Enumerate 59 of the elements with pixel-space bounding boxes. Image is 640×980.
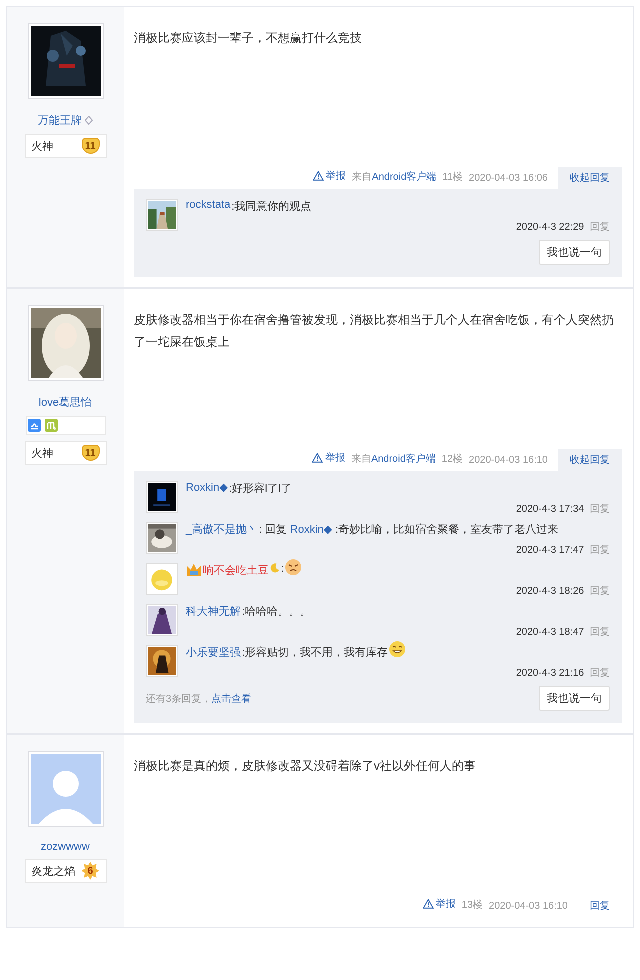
warning-icon xyxy=(422,898,434,908)
commenter-name[interactable]: 响不会吃土豆 xyxy=(203,563,269,578)
post-text: 消极比赛是真的烦，皮肤修改器又没碍着除了v社以外任何人的事 xyxy=(134,758,477,775)
view-more-link[interactable]: 点击查看 xyxy=(212,694,252,704)
reply-toggle[interactable]: 收起回复 xyxy=(558,449,622,471)
level-badge: 6 xyxy=(82,862,100,880)
level-title: 火神 xyxy=(32,446,54,460)
comment-text: :哈哈哈。。。 xyxy=(242,605,312,619)
commenter-name[interactable]: 科大神无解 xyxy=(186,604,241,619)
say-something-button[interactable]: 我也说一句 xyxy=(539,240,610,265)
report-link[interactable]: 举报 xyxy=(312,450,346,470)
commenter-name[interactable]: 小乐要坚强 xyxy=(186,645,241,660)
virgo-icon[interactable] xyxy=(44,419,58,432)
comment-text: : 回复 Roxkin◆ :奇妙比喻，比如宿舍聚餐，室友带了老八过来 xyxy=(259,522,559,537)
client-link[interactable]: Android客户端 xyxy=(371,452,436,471)
author-name[interactable]: 万能王牌 xyxy=(38,113,82,128)
post-time: 2020-04-03 16:06 xyxy=(469,173,548,186)
grinning-face-icon xyxy=(389,641,406,658)
reply-toggle[interactable]: 收起回复 xyxy=(558,167,622,189)
reply-toggle[interactable]: 回复 xyxy=(578,895,622,917)
comment-text: :形容贴切，我不用，我有库存 xyxy=(242,646,388,660)
floor-number: 11楼 xyxy=(442,170,464,185)
level-badge: 11 xyxy=(82,138,100,154)
comment-text: :好形容l了l了 xyxy=(229,482,292,496)
warning-icon xyxy=(312,452,324,462)
libra-icon[interactable] xyxy=(28,419,40,432)
floor-number: 13楼 xyxy=(462,898,484,913)
comment-time: 2020-4-3 22:29 xyxy=(516,222,584,233)
say-something-button[interactable]: 我也说一句 xyxy=(539,686,610,711)
comment-time: 2020-4-3 17:34 xyxy=(516,504,584,515)
floor-number: 12楼 xyxy=(442,452,464,467)
commenter-name[interactable]: Roxkin◆ xyxy=(186,481,228,494)
source-label: 来自 xyxy=(351,452,372,467)
author-name[interactable]: zozwwww xyxy=(41,841,90,853)
comment-time: 2020-4-3 18:26 xyxy=(516,586,584,597)
source-label: 来自 xyxy=(352,170,372,185)
warning-icon xyxy=(313,170,324,180)
level-badge: 11 xyxy=(82,445,100,461)
more-replies-text: 还有3条回复， xyxy=(146,694,212,704)
author-name[interactable]: love葛思怡 xyxy=(38,395,92,410)
client-link[interactable]: Android客户端 xyxy=(372,170,437,189)
report-link[interactable]: 举报 xyxy=(422,896,456,916)
post-time: 2020-04-03 16:10 xyxy=(489,901,568,914)
report-link[interactable]: 举报 xyxy=(313,168,346,188)
default-avatar-icon xyxy=(30,754,100,824)
post-time: 2020-04-03 16:10 xyxy=(469,455,548,468)
comment-time: 2020-4-3 18:47 xyxy=(516,627,584,638)
comment-text: :我同意你的观点 xyxy=(232,200,312,214)
commenter-name[interactable]: _高傲不是抛丶 xyxy=(186,522,258,537)
level-title: 炎龙之焰 xyxy=(32,864,76,878)
comment-time: 2020-4-3 21:16 xyxy=(516,668,584,679)
level-title: 火神 xyxy=(32,140,54,154)
comment-time: 2020-4-3 17:47 xyxy=(516,545,584,556)
mention-link[interactable]: Roxkin◆ xyxy=(290,524,332,536)
comment-text: : xyxy=(281,563,284,575)
post-text: 消极比赛应该封一辈子，不想赢打什么竞技 xyxy=(134,30,363,47)
angry-face-icon xyxy=(285,559,302,576)
post-text: 皮肤修改器相当于你在宿舍撸管被发现，消极比赛相当于几个人在宿舍吃饭，有个人突然扔了一坨屎在饭桌上 xyxy=(134,312,615,351)
commenter-name[interactable]: rockstata xyxy=(186,199,231,211)
